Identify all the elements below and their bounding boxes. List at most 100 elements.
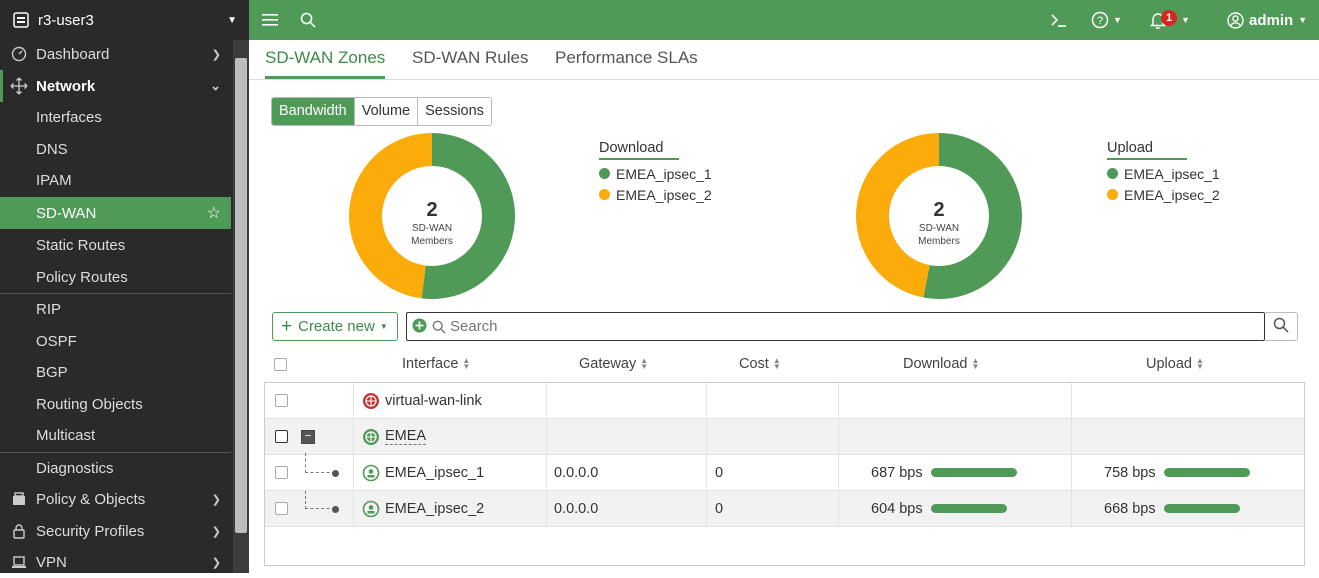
tree-node-dot <box>332 470 339 477</box>
toggle-sessions[interactable]: Sessions <box>417 98 491 125</box>
nav-rip[interactable]: RIP <box>0 293 231 325</box>
table-row[interactable]: EMEA_ipsec_1 0.0.0.0 0 687 bps 758 bps <box>265 453 1304 491</box>
nav-interfaces[interactable]: Interfaces <box>0 101 231 133</box>
help-icon: ? <box>1091 11 1109 29</box>
donut-label: SD-WAN <box>919 223 959 234</box>
column-header-cost[interactable]: Cost ▲ ▼ <box>739 356 781 372</box>
table-row[interactable]: − EMEA <box>265 419 1304 455</box>
nav-label: OSPF <box>36 332 77 350</box>
nav-dashboard[interactable]: Dashboard ❯ <box>0 38 231 70</box>
nav-label: Network <box>36 77 96 95</box>
sort-icon: ▲ ▼ <box>1195 356 1204 371</box>
header-label: Cost <box>739 356 769 372</box>
notifications-menu[interactable]: 1 ▼ <box>1150 10 1190 29</box>
nav-label: Interfaces <box>36 108 102 126</box>
upload-donut-chart: 2 SD-WAN Members <box>856 133 1022 299</box>
nav-label: Policy Routes <box>36 268 128 286</box>
laptop-icon <box>10 554 28 570</box>
caret-down-icon: ▼ <box>1181 15 1190 25</box>
column-header-gateway[interactable]: Gateway ▲ ▼ <box>579 356 648 372</box>
legend-item[interactable]: EMEA_ipsec_1 <box>599 166 712 182</box>
upload-cell <box>1072 383 1304 418</box>
lock-icon <box>10 523 28 539</box>
nav-sd-wan[interactable]: SD-WAN ☆ <box>0 197 231 229</box>
column-header-download[interactable]: Download ▲ ▼ <box>903 356 979 372</box>
collapse-toggle-icon[interactable]: − <box>301 429 315 444</box>
upload-value: 758 bps <box>1104 464 1156 481</box>
toggle-volume[interactable]: Volume <box>353 98 418 125</box>
cli-console-icon[interactable] <box>1050 12 1068 28</box>
table-row[interactable]: virtual-wan-link <box>265 383 1304 419</box>
column-header-upload[interactable]: Upload ▲ ▼ <box>1146 356 1204 372</box>
interface-cell: EMEA_ipsec_2 <box>354 491 547 526</box>
tab-sd-wan-zones[interactable]: SD-WAN Zones <box>265 40 386 79</box>
sort-icon: ▲ ▼ <box>640 356 649 371</box>
interface-cell: EMEA <box>354 419 547 454</box>
row-checkbox[interactable] <box>275 394 288 407</box>
legend-item[interactable]: EMEA_ipsec_2 <box>1107 186 1220 203</box>
tab-performance-slas[interactable]: Performance SLAs <box>555 40 698 79</box>
search-input[interactable] <box>450 314 1264 339</box>
caret-down-icon: ▼ <box>1298 15 1308 25</box>
upload-bar <box>1163 468 1250 477</box>
upload-cell <box>1072 419 1304 454</box>
legend-item[interactable]: EMEA_ipsec_2 <box>599 187 712 203</box>
nav-dns[interactable]: DNS <box>0 133 231 165</box>
search-icon[interactable] <box>300 12 316 28</box>
donut-count: 2 <box>933 199 944 221</box>
nav-vpn[interactable]: VPN ❯ <box>0 546 231 578</box>
scrollbar-thumb[interactable] <box>235 58 247 533</box>
nav-diagnostics[interactable]: Diagnostics <box>0 452 231 484</box>
search-icon <box>432 320 446 334</box>
chevron-right-icon: ❯ <box>211 525 221 538</box>
nav-network[interactable]: Network ⌄ <box>0 70 231 102</box>
nav-routing-objects[interactable]: Routing Objects <box>0 388 231 420</box>
download-value: 604 bps <box>871 500 923 517</box>
nav-multicast[interactable]: Multicast <box>0 419 231 451</box>
nav-ospf[interactable]: OSPF <box>0 325 231 357</box>
download-bar <box>930 504 1007 513</box>
gateway-value: 0.0.0.0 <box>554 464 599 481</box>
hamburger-menu-icon[interactable] <box>262 13 278 27</box>
upload-legend: Upload EMEA_ipsec_1 EMEA_ipsec_2 <box>1107 139 1220 203</box>
nav-static-routes[interactable]: Static Routes <box>0 229 231 261</box>
caret-down-icon: ▼ <box>379 322 388 331</box>
select-all-checkbox[interactable] <box>274 358 287 371</box>
nav-policy-objects[interactable]: Policy & Objects ❯ <box>0 483 231 515</box>
nav-policy-routes[interactable]: Policy Routes <box>0 261 231 293</box>
row-checkbox[interactable] <box>275 466 288 479</box>
download-cell <box>839 419 1072 454</box>
create-new-button[interactable]: + Create new ▼ <box>272 312 398 341</box>
tab-sd-wan-rules[interactable]: SD-WAN Rules <box>412 40 529 79</box>
table-row[interactable]: EMEA_ipsec_2 0.0.0.0 0 604 bps 668 bps <box>265 491 1304 527</box>
legend-item[interactable]: EMEA_ipsec_1 <box>1107 166 1220 182</box>
device-name: r3-user3 <box>38 11 94 29</box>
toggle-bandwidth[interactable]: Bandwidth <box>272 98 354 125</box>
search-button[interactable] <box>1265 312 1298 341</box>
donut-slice-emea-ipsec-2[interactable] <box>348 133 432 299</box>
gateway-cell <box>547 383 707 418</box>
chevron-right-icon: ❯ <box>211 493 221 506</box>
upload-cell: 758 bps <box>1072 455 1304 490</box>
device-selector[interactable]: r3-user3 ▼ <box>0 0 249 40</box>
add-filter-icon[interactable] <box>412 318 427 336</box>
donut-slice-emea-ipsec-2[interactable] <box>856 133 939 298</box>
nav-bgp[interactable]: BGP <box>0 356 231 388</box>
sidebar-scrollbar[interactable] <box>233 40 249 573</box>
row-checkbox[interactable] <box>275 502 288 515</box>
nav-label: Dashboard <box>36 45 110 63</box>
help-menu[interactable]: ? ▼ <box>1091 11 1122 29</box>
star-icon[interactable]: ☆ <box>207 203 221 223</box>
svg-text:?: ? <box>1097 15 1103 27</box>
column-header-interface[interactable]: Interface ▲ ▼ <box>402 356 470 372</box>
tab-bar: SD-WAN Zones SD-WAN Rules Performance SL… <box>249 40 1319 80</box>
user-menu[interactable]: admin ▼ <box>1227 12 1307 29</box>
row-checkbox[interactable] <box>275 430 288 443</box>
legend-label: EMEA_ipsec_2 <box>1124 186 1220 203</box>
nav-ipam[interactable]: IPAM <box>0 164 231 196</box>
nav-security-profiles[interactable]: Security Profiles ❯ <box>0 515 231 547</box>
tree-connector <box>305 491 335 509</box>
tunnel-interface-icon <box>362 500 380 518</box>
interface-name: EMEA_ipsec_1 <box>385 464 485 481</box>
notification-badge: 1 <box>1161 10 1177 26</box>
